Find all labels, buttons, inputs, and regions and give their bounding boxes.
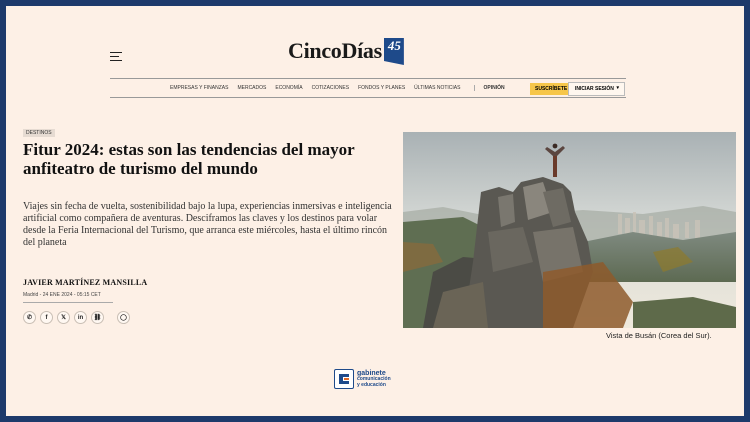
whatsapp-icon[interactable]: ✆	[23, 311, 36, 324]
logo-wordmark: CincoDías	[288, 38, 382, 63]
share-bar: ✆ f 𝕏 in ⛓ ◯	[23, 311, 134, 324]
chevron-down-icon: ▾	[616, 85, 619, 91]
link-icon[interactable]: ⛓	[91, 311, 104, 324]
article-dateline: Madrid - 24 ENE 2024 - 05:15 CET	[23, 292, 101, 298]
article-standfirst: Viajes sin fecha de vuelta, sostenibilid…	[23, 201, 392, 248]
facebook-icon[interactable]: f	[40, 311, 53, 324]
nav-item-mercados[interactable]: Mercados	[237, 85, 266, 91]
nav-item-fondos[interactable]: Fondos y planes	[358, 85, 405, 91]
gabinete-logo: gabinete comunicación y educación	[334, 369, 391, 389]
main-nav: Empresas y finanzas Mercados Economía Co…	[110, 78, 626, 98]
hamburger-icon[interactable]	[110, 52, 122, 61]
site-logo[interactable]: CincoDías 45	[288, 37, 404, 65]
nav-item-economia[interactable]: Economía	[275, 85, 302, 91]
nav-item-opinion[interactable]: Opinión	[474, 85, 505, 91]
image-caption: Vista de Busán (Corea del Sur).	[606, 331, 712, 340]
x-icon[interactable]: 𝕏	[57, 311, 70, 324]
login-button[interactable]: Iniciar sesión ▾	[568, 82, 625, 96]
busan-landscape-image	[403, 132, 736, 328]
login-label: Iniciar sesión	[575, 86, 614, 92]
gabinete-logo-icon	[334, 369, 354, 389]
comment-icon[interactable]: ◯	[117, 311, 130, 324]
subscribe-button[interactable]: Suscríbete	[530, 83, 573, 95]
article-photo	[403, 132, 736, 328]
nav-item-empresas[interactable]: Empresas y finanzas	[170, 85, 228, 91]
page-frame: CincoDías 45 Empresas y finanzas Mercado…	[6, 6, 744, 416]
nav-items: Empresas y finanzas Mercados Economía Co…	[170, 85, 514, 91]
article-headline: Fitur 2024: estas son las tendencias del…	[23, 140, 355, 178]
author-name[interactable]: Javier Martínez Mansilla	[23, 278, 147, 287]
linkedin-icon[interactable]: in	[74, 311, 87, 324]
nav-item-cotizaciones[interactable]: Cotizaciones	[312, 85, 350, 91]
logo-anniversary-badge: 45	[383, 38, 404, 65]
section-tag[interactable]: Destinos	[23, 129, 55, 137]
gabinete-logo-text: gabinete comunicación y educación	[357, 370, 391, 388]
nav-item-ultimas[interactable]: Últimas noticias	[414, 85, 460, 91]
divider	[23, 302, 113, 303]
